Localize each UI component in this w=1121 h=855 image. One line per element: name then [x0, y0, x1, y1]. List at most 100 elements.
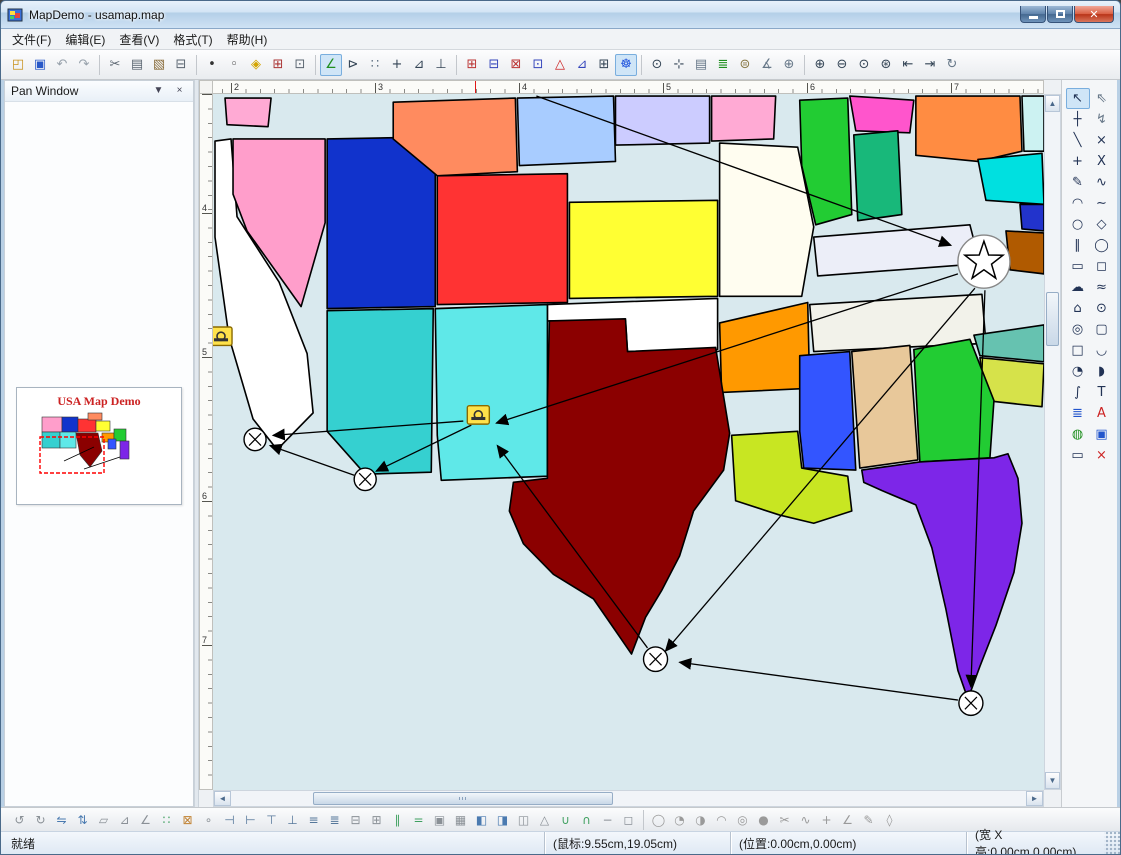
zoom-out-icon[interactable]: ⊖	[831, 54, 853, 76]
star-node-symbol[interactable]	[958, 235, 1010, 288]
polyline-edit-icon[interactable]: ⊿	[408, 54, 430, 76]
merge-region-icon[interactable]: ⊠	[505, 54, 527, 76]
vehicle-symbol-icon[interactable]: ⊞	[267, 54, 289, 76]
outline-icon[interactable]: ◻	[618, 810, 639, 830]
statistics-icon[interactable]: ∡	[756, 54, 778, 76]
circle-symbol-icon[interactable]: ◦	[223, 54, 245, 76]
copy-icon[interactable]: ▤	[126, 54, 148, 76]
rect-tool-icon[interactable]: □	[1066, 340, 1090, 361]
text-tool-icon[interactable]: T	[1090, 382, 1114, 403]
union-icon[interactable]: ∪	[555, 810, 576, 830]
paste-icon[interactable]: ▧	[148, 54, 170, 76]
globe-icon[interactable]: ◍	[1066, 424, 1090, 445]
curve-tool-icon[interactable]: ∼	[1090, 193, 1114, 214]
zoom-full-icon[interactable]: ⊛	[875, 54, 897, 76]
frame-tool-icon[interactable]: ▭	[1066, 445, 1090, 466]
vertex-edit-icon[interactable]: ⊥	[430, 54, 452, 76]
next-view-icon[interactable]: ⇥	[919, 54, 941, 76]
menu-help[interactable]: 帮助(H)	[220, 29, 275, 50]
print-icon[interactable]: ⊟	[170, 54, 192, 76]
check-topology-icon[interactable]: △	[549, 54, 571, 76]
state-mississippi[interactable]	[800, 352, 856, 471]
map-thumbnail[interactable]: USA Map Demo	[16, 387, 182, 505]
arc-shape-icon[interactable]: ◠	[711, 810, 732, 830]
menu-format[interactable]: 格式(T)	[166, 29, 219, 50]
state-new-mexico[interactable]	[435, 305, 547, 481]
state-ohio[interactable]	[916, 96, 1022, 161]
state-alabama[interactable]	[852, 345, 918, 468]
horizontal-scroll-thumb[interactable]	[313, 792, 613, 805]
state-lavender[interactable]	[615, 96, 709, 145]
ungroup-icon[interactable]: ▦	[450, 810, 471, 830]
chord-shape-icon[interactable]: ◑	[690, 810, 711, 830]
align-top-icon[interactable]: ⊤	[261, 810, 282, 830]
scribble-tool-icon[interactable]: ≈	[1090, 277, 1114, 298]
send-back-icon[interactable]: ◨	[492, 810, 513, 830]
angle-measure-icon[interactable]: ∠	[837, 810, 858, 830]
pencil-tool-icon[interactable]: ✎	[1066, 172, 1090, 193]
annotation-letter-icon[interactable]: A	[1090, 403, 1114, 424]
speech-bubble-icon[interactable]: ◻	[1090, 256, 1114, 277]
pick-object-icon[interactable]: ⊳	[342, 54, 364, 76]
split-region-icon[interactable]: ⊟	[483, 54, 505, 76]
cloud-tool-icon[interactable]: ☁	[1066, 277, 1090, 298]
state-virginia[interactable]	[978, 153, 1044, 204]
select-cursor-icon[interactable]: ↖	[1066, 88, 1090, 109]
align-bottom-icon[interactable]: ⊥	[282, 810, 303, 830]
arc-tool-icon[interactable]: ◠	[1066, 193, 1090, 214]
yellow-marker-symbol[interactable]	[213, 327, 232, 345]
rotate-right-icon[interactable]: ↻	[30, 810, 51, 830]
snap-plus-icon[interactable]: +	[816, 810, 837, 830]
parallel-tool-icon[interactable]: ∥	[1066, 235, 1090, 256]
select-special-icon[interactable]: ⇖	[1090, 88, 1114, 109]
polygon-tool-icon[interactable]: ⌂	[1066, 298, 1090, 319]
circle-tool-icon[interactable]: ○	[1066, 214, 1090, 235]
settings-flower-icon[interactable]: ☸	[615, 54, 637, 76]
refresh-view-icon[interactable]: ↻	[941, 54, 963, 76]
state-utah[interactable]	[327, 137, 435, 309]
menu-view[interactable]: 查看(V)	[112, 29, 166, 50]
oval-tool-icon[interactable]: ⊙	[1090, 298, 1114, 319]
diamond-tool-icon[interactable]: ◇	[1090, 214, 1114, 235]
same-height-icon[interactable]: ⊞	[366, 810, 387, 830]
intersect-icon[interactable]: ∩	[576, 810, 597, 830]
state-indiana[interactable]	[854, 131, 902, 221]
attributes-icon[interactable]: ▤	[690, 54, 712, 76]
previous-view-icon[interactable]: ⇤	[897, 54, 919, 76]
minimize-button[interactable]	[1020, 6, 1046, 23]
arc-lower-tool-icon[interactable]: ◡	[1090, 340, 1114, 361]
center-horizontal-icon[interactable]: ≡	[303, 810, 324, 830]
layers-icon[interactable]: ≣	[712, 54, 734, 76]
lozenge-icon[interactable]: ◊	[879, 810, 900, 830]
distribute-vertical-icon[interactable]: =	[408, 810, 429, 830]
zoom-free-icon[interactable]: ⊙	[853, 54, 875, 76]
freehand-tool-icon[interactable]: ∿	[1090, 172, 1114, 193]
pane-menu-icon[interactable]: ▼	[151, 84, 166, 99]
ring-tool-icon[interactable]: ◎	[1066, 319, 1090, 340]
resize-grip[interactable]	[1104, 832, 1120, 854]
horizontal-scroll-track[interactable]	[231, 791, 1026, 806]
state-right-blue[interactable]	[1020, 204, 1044, 231]
zoom-window-icon[interactable]: ⊙	[646, 54, 668, 76]
subtract-icon[interactable]: −	[597, 810, 618, 830]
callout-tool-icon[interactable]: ▭	[1066, 256, 1090, 277]
export-print-icon[interactable]: ⊡	[289, 54, 311, 76]
menu-file[interactable]: 文件(F)	[5, 29, 58, 50]
delete-vertex-icon[interactable]: X	[1090, 151, 1114, 172]
pie-tool-icon[interactable]: ◔	[1066, 361, 1090, 382]
circle-node-symbol[interactable]	[959, 691, 983, 716]
state-michigan[interactable]	[850, 96, 914, 133]
cut-icon[interactable]: ✂	[104, 54, 126, 76]
vertical-scrollbar[interactable]: ▲ ▼	[1044, 94, 1061, 790]
state-colorado[interactable]	[437, 174, 567, 305]
ellipse-shape-icon[interactable]: ◯	[648, 810, 669, 830]
same-width-icon[interactable]: ⊟	[345, 810, 366, 830]
circle-node-symbol[interactable]	[644, 647, 668, 672]
mirror-icon[interactable]: ⊿	[114, 810, 135, 830]
group-icon[interactable]: ▣	[429, 810, 450, 830]
measure-angle-icon[interactable]: ∠	[320, 54, 342, 76]
cell-symbol-icon[interactable]: ◈	[245, 54, 267, 76]
line-tool-icon[interactable]: ╲	[1066, 130, 1090, 151]
pane-close-icon[interactable]: ×	[172, 84, 187, 99]
lightning-trace-icon[interactable]: ↯	[1090, 109, 1114, 130]
